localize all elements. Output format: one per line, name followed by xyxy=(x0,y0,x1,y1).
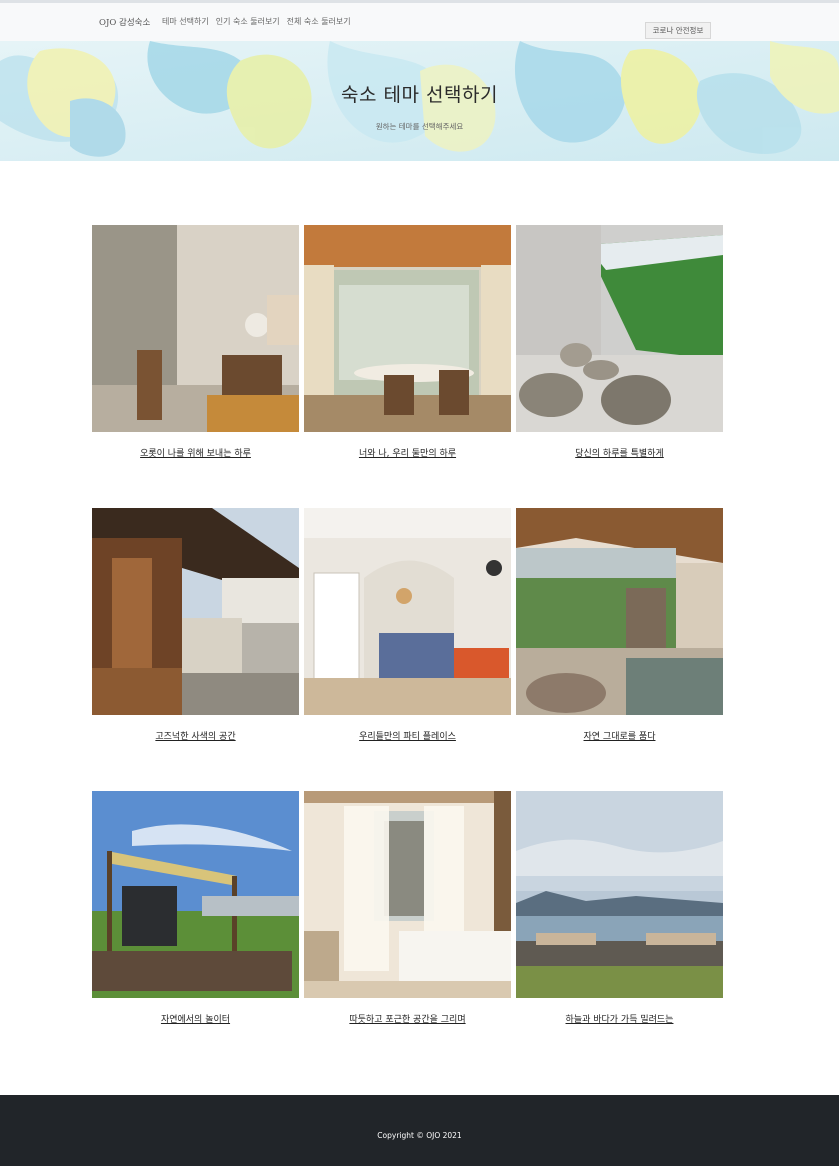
nav-menu: 테마 선택하기 인기 숙소 둘러보기 전체 숙소 둘러보기 xyxy=(162,16,351,27)
copyright-text: Copyright © OJO 2021 xyxy=(377,1131,462,1140)
theme-caption[interactable]: 따듯하고 포근한 공간을 그리며 xyxy=(304,1012,511,1025)
navbar: OJO 감성숙소 테마 선택하기 인기 숙소 둘러보기 전체 숙소 둘러보기 코… xyxy=(0,0,839,41)
theme-caption[interactable]: 하늘과 바다가 가득 밀려드는 xyxy=(516,1012,723,1025)
theme-caption[interactable]: 너와 나, 우리 둘만의 하루 xyxy=(304,446,511,459)
dining-room-image[interactable] xyxy=(304,225,511,432)
party-room-image[interactable] xyxy=(304,508,511,715)
ocean-view-image[interactable] xyxy=(516,791,723,998)
theme-caption[interactable]: 고즈넉한 사색의 공간 xyxy=(92,729,299,742)
theme-card: 따듯하고 포근한 공간을 그리며 xyxy=(304,791,511,1025)
theme-card: 오롯이 나를 위해 보내는 하루 xyxy=(92,225,299,459)
brand-link[interactable]: OJO 감성숙소 xyxy=(99,16,150,28)
theme-caption[interactable]: 우리들만의 파티 플레이스 xyxy=(304,729,511,742)
theme-card: 자연에서의 놀이터 xyxy=(92,791,299,1025)
outdoor-deck-image[interactable] xyxy=(92,791,299,998)
nav-link-themes[interactable]: 테마 선택하기 xyxy=(162,16,209,27)
study-room-image[interactable] xyxy=(92,225,299,432)
nav-link-popular[interactable]: 인기 숙소 둘러보기 xyxy=(216,16,280,27)
cozy-bedroom-image[interactable] xyxy=(304,791,511,998)
theme-caption[interactable]: 오롯이 나를 위해 보내는 하루 xyxy=(92,446,299,459)
theme-card: 우리들만의 파티 플레이스 xyxy=(304,508,511,742)
theme-caption[interactable]: 자연 그대로를 품다 xyxy=(516,729,723,742)
hero-subtitle: 원하는 테마를 선택해주세요 xyxy=(375,122,464,131)
theme-card: 당신의 하루를 특별하게 xyxy=(516,225,723,459)
theme-card: 자연 그대로를 품다 xyxy=(516,508,723,742)
hero-title: 숙소 테마 선택하기 xyxy=(341,84,498,106)
hanok-image[interactable] xyxy=(92,508,299,715)
theme-card: 너와 나, 우리 둘만의 하루 xyxy=(304,225,511,459)
covid-info-button[interactable]: 코로나 안전정보 xyxy=(645,22,711,39)
nav-link-all[interactable]: 전체 숙소 둘러보기 xyxy=(287,16,351,27)
hero-banner: 숙소 테마 선택하기 원하는 테마를 선택해주세요 xyxy=(0,41,839,161)
garden-view-image[interactable] xyxy=(516,508,723,715)
theme-card: 고즈넉한 사색의 공간 xyxy=(92,508,299,742)
theme-caption[interactable]: 당신의 하루를 특별하게 xyxy=(516,446,723,459)
terrace-image[interactable] xyxy=(516,225,723,432)
footer: Copyright © OJO 2021 xyxy=(0,1095,839,1166)
theme-caption[interactable]: 자연에서의 놀이터 xyxy=(92,1012,299,1025)
theme-card: 하늘과 바다가 가득 밀려드는 xyxy=(516,791,723,1025)
